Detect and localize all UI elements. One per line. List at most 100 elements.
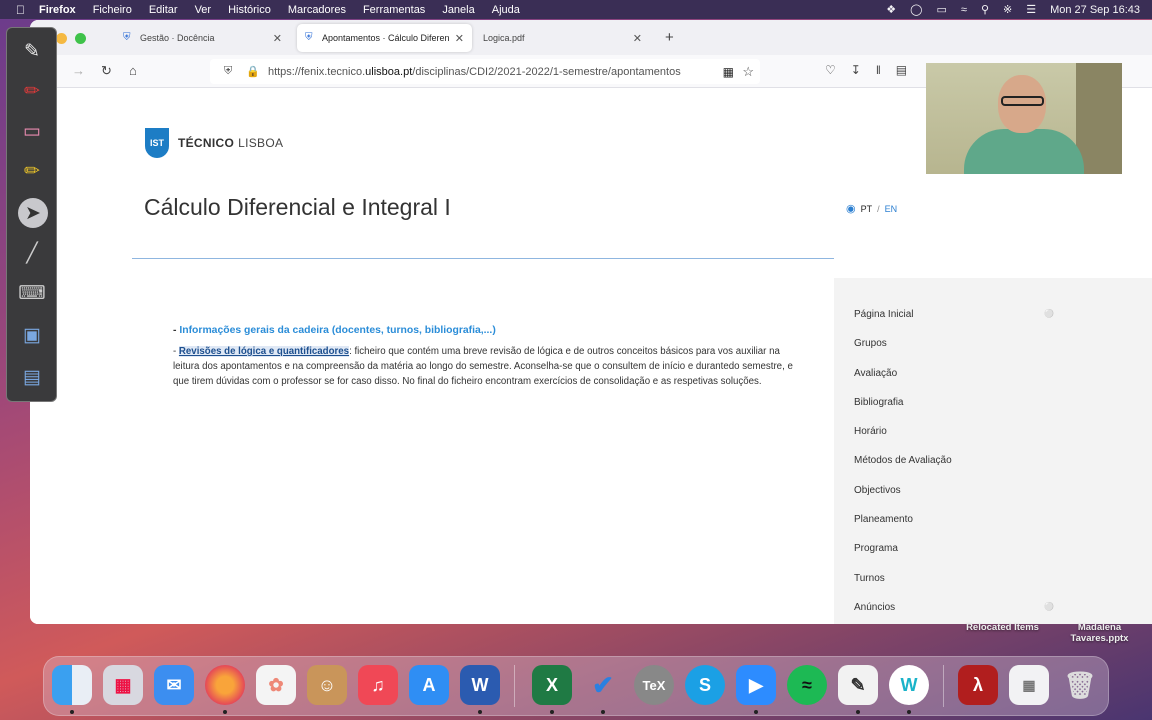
side-menu-item[interactable]: Objectivos: [854, 485, 1054, 514]
new-tab-button[interactable]: +: [665, 29, 674, 46]
search-icon[interactable]: ⚲: [981, 3, 989, 16]
qr-code-icon[interactable]: ▦: [723, 65, 734, 79]
side-menu-item[interactable]: Programa: [854, 543, 1054, 572]
dropbox-icon[interactable]: ❖: [886, 3, 896, 16]
contacts-icon[interactable]: ☺: [307, 665, 347, 705]
address-bar[interactable]: ⛨ 🔒 https://fenix.tecnico.ulisboa.pt/dis…: [210, 59, 760, 84]
menu-label[interactable]: Programa: [854, 543, 898, 554]
tab-gestao[interactable]: ⛨ Gestão · Docência ✕: [115, 24, 290, 52]
menu-historico[interactable]: Histórico: [228, 4, 271, 16]
desktop-item-relocated[interactable]: Relocated Items: [955, 622, 1050, 633]
reader-icon[interactable]: ▤: [896, 63, 907, 77]
revisoes-link[interactable]: Revisões de lógica e quantificadores: [178, 346, 350, 357]
whiteboard-icon[interactable]: ✎: [16, 36, 48, 66]
launchpad-icon[interactable]: ▦: [103, 665, 143, 705]
control-center-icon[interactable]: ☰: [1026, 3, 1036, 16]
zoom-icon[interactable]: ▶: [736, 665, 776, 705]
info-link[interactable]: Informações gerais da cadeira (docentes,…: [179, 325, 495, 336]
photos-icon[interactable]: ✿: [256, 665, 296, 705]
app-store-icon[interactable]: A: [409, 665, 449, 705]
screen-switch-icon[interactable]: ▤: [16, 362, 48, 392]
mail-icon[interactable]: ✉: [154, 665, 194, 705]
annotation-app-icon[interactable]: ✎: [838, 665, 878, 705]
pen-icon[interactable]: ✏: [16, 76, 48, 106]
screen-capture-icon[interactable]: ▣: [16, 320, 48, 350]
menu-label[interactable]: Horário: [854, 426, 887, 437]
vscode-icon[interactable]: ✔: [583, 665, 623, 705]
menu-label[interactable]: Métodos de Avaliação: [854, 455, 952, 466]
preview-icon[interactable]: ▦: [1009, 665, 1049, 705]
close-icon[interactable]: ✕: [633, 32, 642, 45]
close-icon[interactable]: ✕: [273, 32, 282, 45]
menu-label[interactable]: Avaliação: [854, 368, 897, 379]
menu-ver[interactable]: Ver: [195, 4, 212, 16]
home-icon[interactable]: ⌂: [129, 63, 137, 78]
trash-icon[interactable]: 🗑: [1060, 665, 1100, 705]
lang-en[interactable]: EN: [885, 204, 898, 214]
tecnico-logo[interactable]: IST TÉCNICO LISBOA: [145, 128, 283, 158]
side-menu-item[interactable]: Bibliografia: [854, 397, 1054, 426]
acrobat-icon[interactable]: λ: [958, 665, 998, 705]
side-menu-item[interactable]: Anúncios ⚪: [854, 602, 1054, 624]
menu-editar[interactable]: Editar: [149, 4, 178, 16]
bookmark-star-icon[interactable]: ☆: [742, 64, 754, 80]
side-menu-item[interactable]: Turnos: [854, 573, 1054, 602]
wifi-icon[interactable]: ≈: [961, 4, 967, 16]
skype-icon[interactable]: S: [685, 665, 725, 705]
eraser-icon[interactable]: ▭: [16, 116, 48, 146]
apple-icon[interactable]: : [16, 3, 25, 17]
vpn-icon[interactable]: ◯: [910, 3, 922, 16]
word-icon[interactable]: W: [460, 665, 500, 705]
line-tool-icon[interactable]: ╱: [16, 238, 48, 268]
tex-icon[interactable]: TeX: [634, 665, 674, 705]
menu-label[interactable]: Objectivos: [854, 485, 901, 496]
highlighter-icon[interactable]: ✏: [16, 156, 48, 186]
lang-pt[interactable]: PT: [861, 204, 873, 214]
header-divider: [132, 258, 834, 259]
tracking-protection-icon[interactable]: ⛨: [224, 65, 232, 78]
menu-ajuda[interactable]: Ajuda: [492, 4, 520, 16]
menu-ficheiro[interactable]: Ficheiro: [93, 4, 132, 16]
finder-icon[interactable]: [52, 665, 92, 705]
menu-ferramentas[interactable]: Ferramentas: [363, 4, 425, 16]
pointer-icon[interactable]: ➤: [18, 198, 48, 228]
menu-label[interactable]: Turnos: [854, 573, 885, 584]
clock[interactable]: Mon 27 Sep 16:43: [1050, 4, 1140, 16]
menu-janela[interactable]: Janela: [442, 4, 474, 16]
bluetooth-icon[interactable]: ※: [1003, 3, 1012, 16]
menu-label[interactable]: Planeamento: [854, 514, 913, 525]
minimize-button[interactable]: [56, 33, 67, 44]
spotify-icon[interactable]: ≈: [787, 665, 827, 705]
unknown-w-icon[interactable]: W: [889, 665, 929, 705]
music-icon[interactable]: ♫: [358, 665, 398, 705]
desktop-item-pptx[interactable]: Madalena Tavares.pptx: [1062, 622, 1137, 644]
menu-label[interactable]: Página Inicial: [854, 309, 913, 320]
firefox-icon[interactable]: [205, 665, 245, 705]
side-menu-item[interactable]: Métodos de Avaliação: [854, 455, 1054, 484]
reload-icon[interactable]: ↻: [101, 63, 112, 79]
keyboard-icon[interactable]: ⌨: [16, 278, 48, 308]
rss-icon[interactable]: ⚪: [1044, 309, 1054, 318]
pocket-icon[interactable]: ♡: [825, 63, 836, 77]
downloads-icon[interactable]: ↧: [851, 63, 861, 77]
side-menu-item[interactable]: Planeamento: [854, 514, 1054, 543]
menu-label[interactable]: Grupos: [854, 338, 887, 349]
excel-icon[interactable]: X: [532, 665, 572, 705]
zoom-button[interactable]: [75, 33, 86, 44]
tab-logica[interactable]: Logica.pdf ✕: [475, 24, 650, 52]
side-menu-item[interactable]: Avaliação: [854, 368, 1054, 397]
side-menu-item[interactable]: Página Inicial ⚪: [854, 309, 1054, 338]
menu-app-name[interactable]: Firefox: [39, 4, 76, 16]
close-icon[interactable]: ✕: [455, 32, 464, 45]
tab-apontamentos[interactable]: ⛨ Apontamentos · Cálculo Diferen ✕: [297, 24, 472, 52]
side-menu-item[interactable]: Grupos: [854, 338, 1054, 367]
side-menu-item[interactable]: Horário: [854, 426, 1054, 455]
rss-icon[interactable]: ⚪: [1044, 602, 1054, 611]
battery-icon[interactable]: ▭: [936, 3, 946, 16]
menu-marcadores[interactable]: Marcadores: [288, 4, 346, 16]
forward-icon[interactable]: →: [72, 63, 85, 78]
menu-label[interactable]: Anúncios: [854, 602, 895, 613]
library-icon[interactable]: ‖: [876, 63, 881, 77]
lock-icon[interactable]: 🔒: [246, 65, 260, 78]
menu-label[interactable]: Bibliografia: [854, 397, 903, 408]
